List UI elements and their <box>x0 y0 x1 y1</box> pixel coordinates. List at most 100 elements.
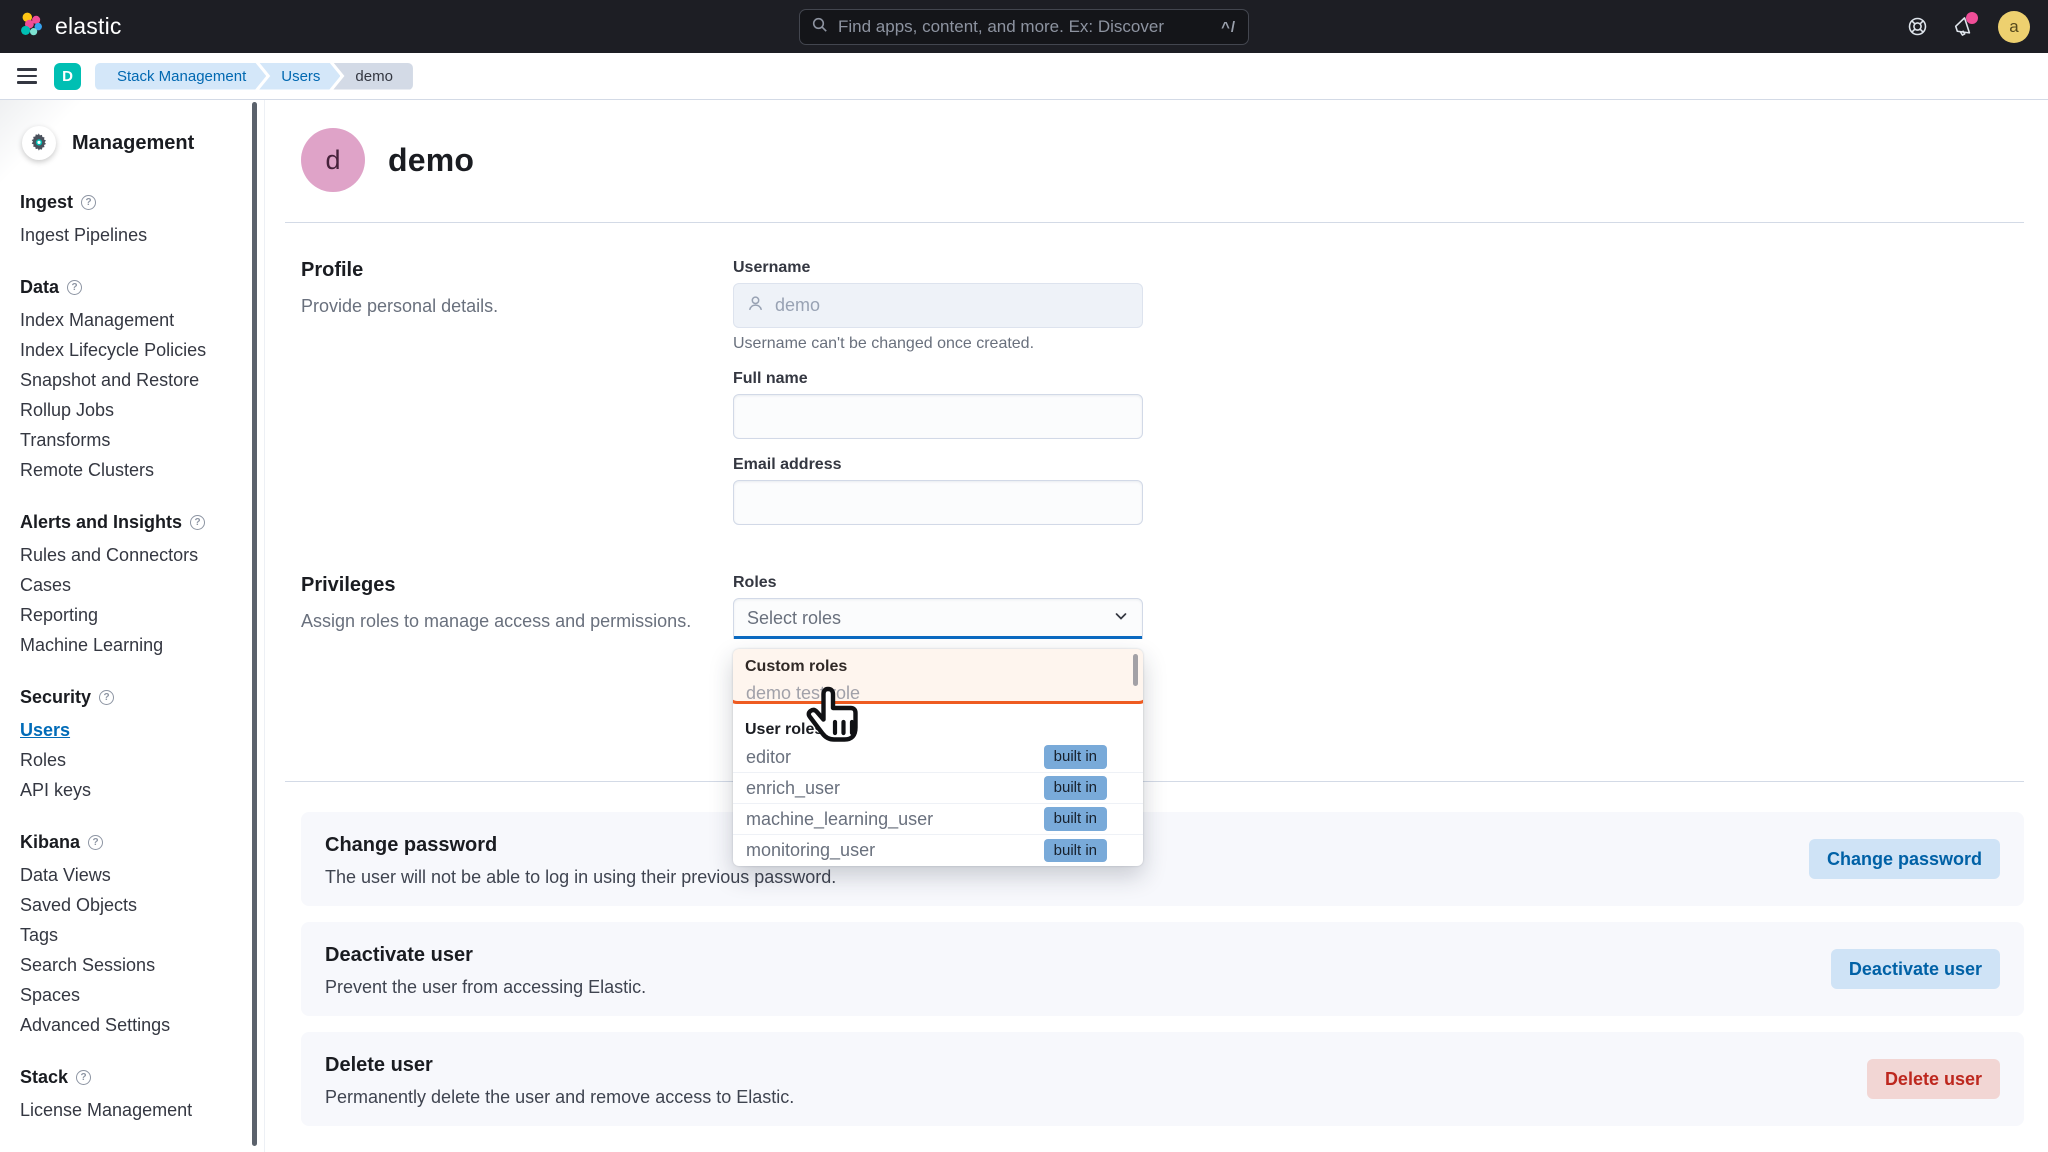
elastic-logo-icon <box>18 11 45 43</box>
sidebar-item-tags[interactable]: Tags <box>20 920 236 950</box>
breadcrumb-demo: demo <box>333 63 413 90</box>
nav-section-stack: Stack? License Management <box>20 1067 236 1125</box>
roles-combobox[interactable]: Select roles <box>733 598 1143 639</box>
global-search[interactable]: ^/ <box>799 9 1249 45</box>
sidebar-item-rollup-jobs[interactable]: Rollup Jobs <box>20 395 236 425</box>
deactivate-user-heading: Deactivate user <box>325 944 2000 967</box>
change-password-heading: Change password <box>325 834 2000 857</box>
help-icon[interactable] <box>1906 16 1928 38</box>
nav-header-label: Data <box>20 277 59 298</box>
privileges-section: Privileges Assign roles to manage access… <box>301 574 2024 639</box>
deployment-badge[interactable]: D <box>54 63 81 90</box>
sidebar-item-index-lifecycle-policies[interactable]: Index Lifecycle Policies <box>20 335 236 365</box>
option-label: machine_learning_user <box>746 809 933 830</box>
user-icon <box>747 295 764 317</box>
option-label: monitoring_user <box>746 840 875 861</box>
username-value: demo <box>775 295 820 316</box>
option-label: editor <box>746 747 791 768</box>
question-circle-icon: ? <box>99 690 114 705</box>
header-divider <box>285 222 2024 223</box>
nav-section-alerts: Alerts and Insights? Rules and Connector… <box>20 512 236 660</box>
breadcrumb: Stack Management Users demo <box>95 63 413 90</box>
username-label: Username <box>733 259 1143 277</box>
brand-name: elastic <box>55 13 122 40</box>
sidebar-item-remote-clusters[interactable]: Remote Clusters <box>20 455 236 485</box>
privileges-heading: Privileges <box>301 574 733 597</box>
profile-heading: Profile <box>301 259 733 282</box>
sidebar-item-api-keys[interactable]: API keys <box>20 775 236 805</box>
profile-description: Provide personal details. <box>301 296 733 317</box>
main-content: d demo Profile Provide personal details.… <box>265 100 2048 1152</box>
sidebar-item-reporting[interactable]: Reporting <box>20 600 236 630</box>
dropdown-option-editor[interactable]: editor built in <box>733 742 1143 773</box>
sidebar-title: Management <box>72 132 194 155</box>
nav-section-ingest: Ingest? Ingest Pipelines <box>20 192 236 250</box>
delete-user-heading: Delete user <box>325 1054 2000 1077</box>
sidebar-item-rules-and-connectors[interactable]: Rules and Connectors <box>20 540 236 570</box>
nav-header-label: Stack <box>20 1067 68 1088</box>
page-title: demo <box>388 142 474 179</box>
question-circle-icon: ? <box>81 195 96 210</box>
menu-icon[interactable] <box>14 63 40 89</box>
sidebar-item-advanced-settings[interactable]: Advanced Settings <box>20 1010 236 1040</box>
breadcrumb-stack-management[interactable]: Stack Management <box>95 63 266 90</box>
option-label: enrich_user <box>746 778 840 799</box>
roles-label: Roles <box>733 574 1143 592</box>
sidebar-item-saved-objects[interactable]: Saved Objects <box>20 890 236 920</box>
change-password-description: The user will not be able to log in usin… <box>325 867 2000 888</box>
sidebar-item-data-views[interactable]: Data Views <box>20 860 236 890</box>
delete-user-description: Permanently delete the user and remove a… <box>325 1087 2000 1108</box>
nav-header-label: Ingest <box>20 192 73 213</box>
email-field[interactable] <box>733 480 1143 525</box>
management-sidebar: Management Ingest? Ingest Pipelines Data… <box>0 100 265 1152</box>
dropdown-scrollbar[interactable] <box>1133 654 1138 686</box>
sidebar-item-ingest-pipelines[interactable]: Ingest Pipelines <box>20 220 236 250</box>
privileges-description: Assign roles to manage access and permis… <box>301 611 733 632</box>
question-circle-icon: ? <box>190 515 205 530</box>
breadcrumb-bar: D Stack Management Users demo <box>0 53 2048 100</box>
sidebar-item-search-sessions[interactable]: Search Sessions <box>20 950 236 980</box>
full-name-input[interactable] <box>733 394 1143 439</box>
question-circle-icon: ? <box>76 1070 91 1085</box>
search-input[interactable] <box>838 17 1211 37</box>
page-header: d demo <box>301 128 2024 192</box>
sidebar-item-spaces[interactable]: Spaces <box>20 980 236 1010</box>
sidebar-item-roles[interactable]: Roles <box>20 745 236 775</box>
nav-header-label: Security <box>20 687 91 708</box>
built-in-badge: built in <box>1044 745 1107 768</box>
dropdown-option-monitoring-user[interactable]: monitoring_user built in <box>733 835 1143 866</box>
user-avatar: d <box>301 128 365 192</box>
deactivate-user-description: Prevent the user from accessing Elastic. <box>325 977 2000 998</box>
question-circle-icon: ? <box>88 835 103 850</box>
elastic-stack-management-users-page: elastic ^/ <box>0 0 2048 1152</box>
sidebar-item-users[interactable]: Users <box>20 715 236 745</box>
breadcrumb-users[interactable]: Users <box>259 63 340 90</box>
delete-user-button[interactable]: Delete user <box>1867 1059 2000 1099</box>
sidebar-item-cases[interactable]: Cases <box>20 570 236 600</box>
dropdown-option-machine-learning-user[interactable]: machine_learning_user built in <box>733 804 1143 835</box>
search-shortcut-hint: ^/ <box>1221 19 1236 36</box>
search-icon <box>812 17 828 38</box>
dropdown-option-enrich-user[interactable]: enrich_user built in <box>733 773 1143 804</box>
user-menu-avatar[interactable]: a <box>1998 11 2030 43</box>
dropdown-group-header-user-roles: User roles <box>733 708 1143 742</box>
newsfeed-icon[interactable] <box>1952 16 1974 38</box>
sidebar-item-index-management[interactable]: Index Management <box>20 305 236 335</box>
sidebar-item-machine-learning[interactable]: Machine Learning <box>20 630 236 660</box>
nav-header-label: Alerts and Insights <box>20 512 182 533</box>
elastic-brand[interactable]: elastic <box>18 11 122 43</box>
deactivate-user-panel: Deactivate user Prevent the user from ac… <box>301 922 2024 1016</box>
sidebar-item-transforms[interactable]: Transforms <box>20 425 236 455</box>
actions-divider <box>285 781 2024 782</box>
nav-header-label: Kibana <box>20 832 80 853</box>
change-password-button[interactable]: Change password <box>1809 839 2000 879</box>
change-password-panel: Change password The user will not be abl… <box>301 812 2024 906</box>
nav-section-security: Security? Users Roles API keys <box>20 687 236 805</box>
built-in-badge: built in <box>1044 807 1107 830</box>
nav-section-kibana: Kibana? Data Views Saved Objects Tags Se… <box>20 832 236 1040</box>
sidebar-item-snapshot-and-restore[interactable]: Snapshot and Restore <box>20 365 236 395</box>
sidebar-item-license-management[interactable]: License Management <box>20 1095 236 1125</box>
dropdown-option-demo-test-role[interactable]: demo test role <box>733 679 1143 708</box>
deactivate-user-button[interactable]: Deactivate user <box>1831 949 2000 989</box>
sidebar-scrollbar[interactable] <box>252 102 257 1146</box>
